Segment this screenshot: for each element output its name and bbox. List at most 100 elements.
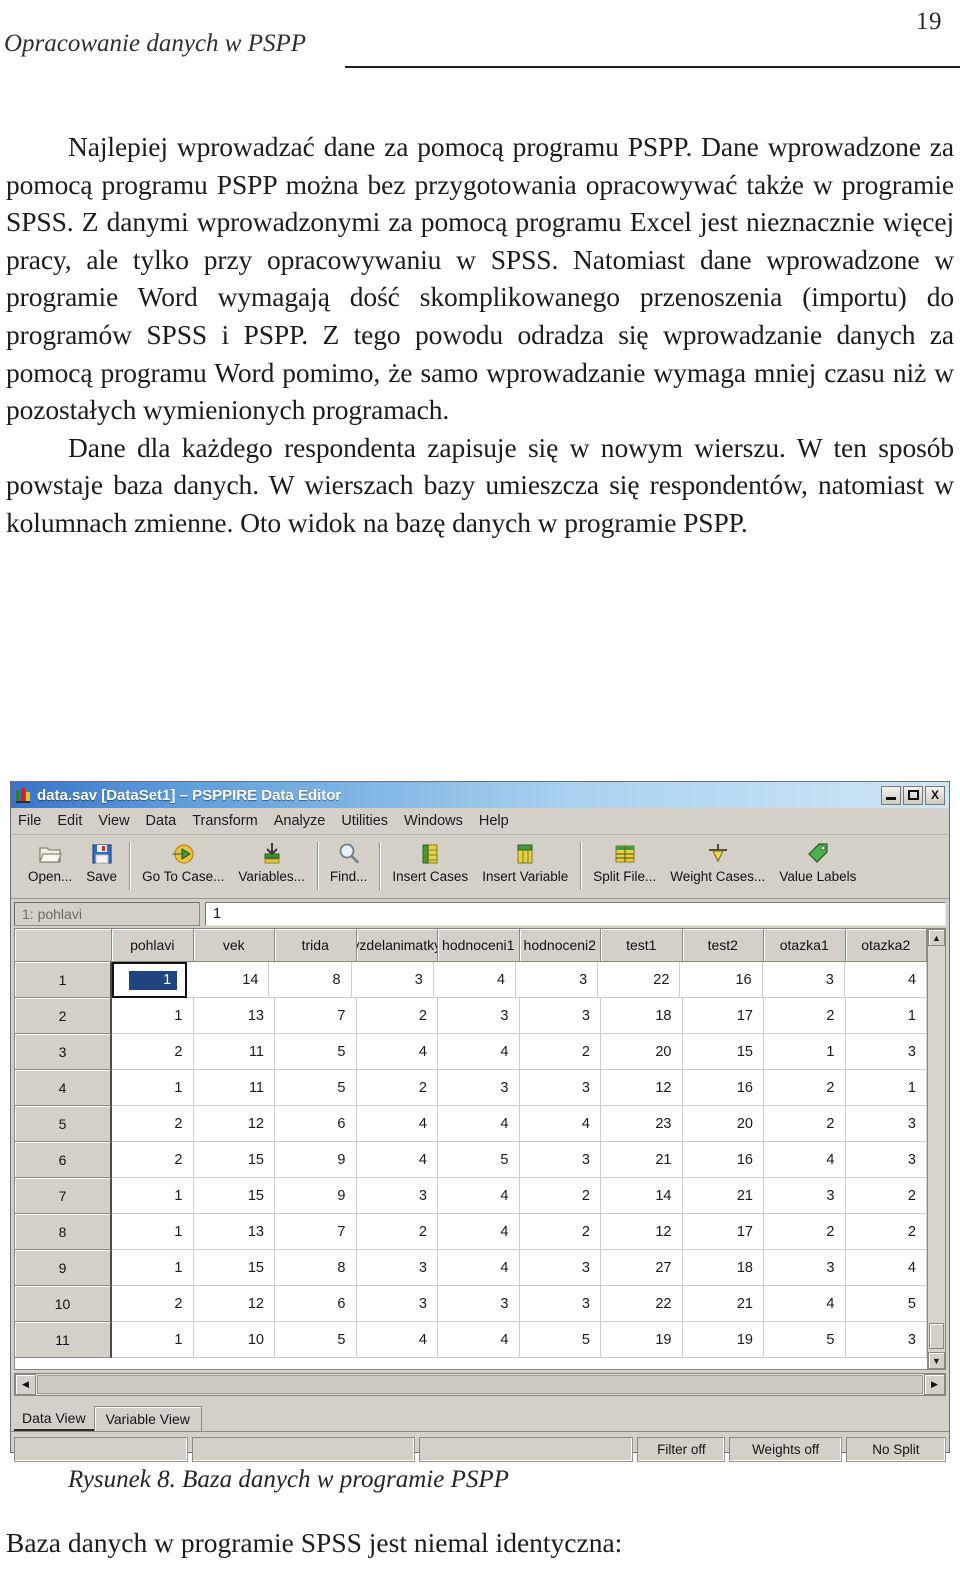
grid-cell[interactable]: 23 (601, 1106, 683, 1142)
grid-cell[interactable]: 9 (275, 1142, 357, 1178)
grid-cell[interactable]: 4 (438, 1106, 520, 1142)
grid-cell[interactable]: 2 (764, 1214, 846, 1250)
grid-cell[interactable]: 4 (438, 1178, 520, 1214)
grid-cell[interactable]: 3 (845, 1034, 927, 1070)
grid-cell[interactable]: 4 (845, 1250, 927, 1286)
menu-data[interactable]: Data (146, 813, 186, 829)
grid-cell[interactable]: 17 (682, 998, 764, 1034)
grid-cell[interactable]: 1 (112, 962, 188, 998)
grid-cell[interactable]: 15 (193, 1178, 275, 1214)
menu-edit[interactable]: Edit (57, 813, 91, 829)
grid-cell[interactable]: 9 (275, 1178, 357, 1214)
grid-cell[interactable]: 10 (193, 1322, 275, 1358)
grid-cell[interactable]: 1 (112, 1250, 194, 1286)
menu-analyze[interactable]: Analyze (274, 813, 335, 829)
grid-cell[interactable]: 1 (112, 1322, 194, 1358)
grid-cell[interactable]: 4 (356, 1106, 438, 1142)
row-header[interactable]: 1 (15, 962, 112, 998)
grid-cell[interactable]: 1 (112, 1070, 194, 1106)
column-header-otazka1[interactable]: otazka1 (764, 929, 846, 962)
toolbar-insert-cases-button[interactable]: Insert Cases (385, 838, 475, 898)
column-header-test1[interactable]: test1 (601, 929, 683, 962)
grid-cell[interactable]: 3 (351, 962, 434, 998)
grid-cell[interactable]: 3 (845, 1322, 927, 1358)
grid-cell[interactable]: 1 (845, 1070, 927, 1106)
row-header[interactable]: 11 (15, 1322, 112, 1358)
grid-cell[interactable]: 1 (845, 998, 927, 1034)
grid-cell[interactable]: 16 (682, 1142, 764, 1178)
grid-cell[interactable]: 21 (682, 1286, 764, 1322)
grid-cell[interactable]: 2 (764, 998, 846, 1034)
grid-cell[interactable]: 5 (438, 1142, 520, 1178)
scroll-thumb[interactable] (929, 1323, 944, 1349)
grid-cell[interactable]: 4 (764, 1286, 846, 1322)
grid-cell[interactable]: 14 (601, 1178, 683, 1214)
toolbar-insert-variable-button[interactable]: Insert Variable (475, 838, 575, 898)
grid-cell[interactable]: 7 (275, 1214, 357, 1250)
grid-cell[interactable]: 1 (112, 1214, 194, 1250)
grid-cell[interactable]: 2 (356, 1070, 438, 1106)
grid-cell[interactable]: 2 (112, 1034, 194, 1070)
grid-cell[interactable]: 3 (438, 1286, 520, 1322)
row-header[interactable]: 7 (15, 1178, 112, 1214)
grid-cell[interactable]: 3 (356, 1250, 438, 1286)
grid-vertical-scrollbar[interactable]: ▲ ▼ (927, 929, 945, 1369)
grid-cell[interactable]: 3 (845, 1142, 927, 1178)
grid-cell[interactable]: 2 (112, 1142, 194, 1178)
toolbar-find-button[interactable]: Find... (323, 838, 375, 898)
grid-cell[interactable]: 1 (112, 1178, 194, 1214)
column-header-test2[interactable]: test2 (682, 929, 764, 962)
scroll-up-button[interactable]: ▲ (928, 929, 945, 946)
grid-cell[interactable]: 4 (519, 1106, 601, 1142)
column-header-vzdelanimatky[interactable]: vzdelanimatky (356, 929, 438, 962)
toolbar-goto-case-button[interactable]: Go To Case... (135, 838, 231, 898)
grid-cell[interactable]: 4 (438, 1214, 520, 1250)
grid-cell[interactable]: 2 (356, 998, 438, 1034)
toolbar-split-file-button[interactable]: Split File... (586, 838, 663, 898)
grid-cell[interactable]: 3 (356, 1178, 438, 1214)
menu-file[interactable]: File (18, 813, 50, 829)
grid-cell[interactable]: 2 (356, 1214, 438, 1250)
grid-cell[interactable]: 1 (112, 998, 194, 1034)
grid-cell[interactable]: 20 (682, 1106, 764, 1142)
column-header-otazka2[interactable]: otazka2 (845, 929, 927, 962)
menu-view[interactable]: View (98, 813, 138, 829)
grid-cell[interactable]: 8 (275, 1250, 357, 1286)
grid-cell[interactable]: 18 (682, 1250, 764, 1286)
grid-cell[interactable]: 3 (516, 962, 599, 998)
grid-cell[interactable]: 3 (519, 998, 601, 1034)
grid-cell[interactable]: 4 (438, 1034, 520, 1070)
grid-cell[interactable]: 12 (193, 1286, 275, 1322)
grid-cell[interactable]: 1 (764, 1034, 846, 1070)
scroll-left-button[interactable]: ◀ (15, 1374, 36, 1395)
row-header[interactable]: 5 (15, 1106, 112, 1142)
toolbar-variables-button[interactable]: Variables... (231, 838, 312, 898)
grid-cell[interactable]: 2 (764, 1070, 846, 1106)
grid-cell[interactable]: 12 (601, 1214, 683, 1250)
grid-cell[interactable]: 2 (764, 1106, 846, 1142)
grid-cell[interactable]: 7 (275, 998, 357, 1034)
grid-cell[interactable]: 13 (193, 1214, 275, 1250)
grid-cell[interactable]: 4 (438, 1250, 520, 1286)
row-header[interactable]: 2 (15, 998, 112, 1034)
grid-cell[interactable]: 4 (356, 1034, 438, 1070)
grid-cell[interactable]: 2 (112, 1286, 194, 1322)
grid-cell[interactable]: 6 (275, 1106, 357, 1142)
minimize-button[interactable] (881, 785, 901, 805)
grid-cell[interactable]: 4 (438, 1322, 520, 1358)
grid-cell[interactable]: 14 (187, 962, 270, 998)
grid-cell[interactable]: 4 (844, 962, 928, 998)
grid-cell[interactable]: 27 (601, 1250, 683, 1286)
grid-cell[interactable]: 15 (193, 1250, 275, 1286)
grid-cell[interactable]: 22 (601, 1286, 683, 1322)
grid-cell[interactable]: 5 (275, 1034, 357, 1070)
column-header-trida[interactable]: trida (275, 929, 357, 962)
grid-cell[interactable]: 15 (682, 1034, 764, 1070)
grid-cell[interactable]: 3 (519, 1286, 601, 1322)
row-header[interactable]: 8 (15, 1214, 112, 1250)
grid-cell[interactable]: 5 (519, 1322, 601, 1358)
grid-cell[interactable]: 3 (764, 1178, 846, 1214)
toolbar-weight-cases-button[interactable]: Weight Cases... (663, 838, 772, 898)
grid-cell[interactable]: 3 (519, 1070, 601, 1106)
horizontal-scroll-thumb[interactable] (37, 1375, 923, 1394)
